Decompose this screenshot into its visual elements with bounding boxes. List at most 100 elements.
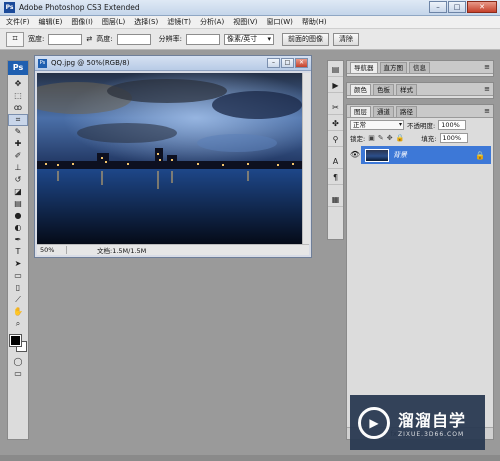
image-canvas[interactable] [37,73,302,244]
resolution-unit-select[interactable]: 像素/英寸 [223,33,274,45]
lock-position-icon[interactable]: ✥ [387,134,393,142]
color-swatches[interactable] [8,332,28,356]
clone-source-panel-icon[interactable]: ⚲ [328,133,343,147]
marquee-tool-icon[interactable]: ⬚ [8,90,28,102]
clear-button[interactable]: 清除 [332,32,359,46]
tab-histogram[interactable]: 直方图 [379,62,407,73]
document-close-button[interactable]: ✕ [295,58,308,68]
pen-tool-icon[interactable]: ✒ [8,234,28,246]
menu-filter[interactable]: 滤镜(T) [167,17,191,27]
crop-tool-icon[interactable]: ⌗ [8,114,28,126]
front-image-button[interactable]: 前面的图像 [281,32,329,46]
foreground-color-swatch[interactable] [9,334,22,347]
document-vertical-scrollbar[interactable] [302,73,310,244]
menu-image[interactable]: 图像(I) [71,17,93,27]
layer-name: 背景 [393,151,407,159]
maximize-button[interactable]: □ [448,1,466,13]
opacity-label: 不透明度: [407,121,436,130]
zoom-tool-icon[interactable]: ⌕ [8,318,28,330]
history-panel-icon[interactable]: ▤ [328,63,343,77]
layer-comps-panel-icon[interactable]: ▦ [328,193,343,207]
slice-tool-icon[interactable]: ✎ [8,126,28,138]
paragraph-panel-icon[interactable]: ¶ [328,171,343,185]
document-titlebar[interactable]: Ps QQ.jpg @ 50%(RGB/8) – □ ✕ [35,56,311,71]
document-status-bar: 50% 文档:1.5M/1.5M [37,244,309,255]
lasso-tool-icon[interactable]: ꝏ [8,102,28,114]
tab-navigator[interactable]: 导航器 [350,62,378,73]
tab-swatches[interactable]: 色板 [373,84,394,95]
menu-edit[interactable]: 编辑(E) [39,17,63,27]
photoshop-app-icon: Ps [4,2,15,13]
watermark-title: 溜溜自学 [398,411,467,430]
height-input[interactable] [116,33,151,45]
brush-tool-icon[interactable]: ✐ [8,150,28,162]
minimize-button[interactable]: – [429,1,447,13]
crop-icon[interactable]: ⌗ [6,31,24,47]
width-label: 宽度: [28,35,45,43]
lock-transparency-icon[interactable]: ▣ [368,134,375,142]
menu-help[interactable]: 帮助(H) [302,17,327,27]
play-icon: ▶ [358,406,390,439]
menu-window[interactable]: 窗口(W) [266,17,292,27]
layer-row-background[interactable]: 👁 背景 🔒 [349,146,491,164]
window-title: Adobe Photoshop CS3 Extended [19,3,140,12]
fill-label: 填充: [421,134,437,143]
eraser-tool-icon[interactable]: ◪ [8,186,28,198]
width-input[interactable] [48,33,83,45]
color-panel: 颜色 色板 样式 ≡ [346,82,494,99]
menu-bar: 文件(F) 编辑(E) 图像(I) 图层(L) 选择(S) 滤镜(T) 分析(A… [0,16,500,29]
tool-presets-panel-icon[interactable]: ✂ [328,101,343,115]
blend-opacity-row: 正常 不透明度: 100% [347,118,493,131]
document-minimize-button[interactable]: – [267,58,280,68]
hand-tool-icon[interactable]: ✋ [8,306,28,318]
type-tool-icon[interactable]: T [8,246,28,258]
clone-stamp-tool-icon[interactable]: ⊥ [8,162,28,174]
height-label: 高度: [96,35,113,43]
swap-icon[interactable]: ⇄ [86,35,92,43]
shape-tool-icon[interactable]: ▭ [8,270,28,282]
navigator-panel: 导航器 直方图 信息 ≡ [346,60,494,77]
resolution-input[interactable] [185,33,220,45]
menu-layer[interactable]: 图层(L) [102,17,125,27]
lock-all-icon[interactable]: 🔒 [396,134,405,142]
lock-pixels-icon[interactable]: ✎ [378,134,384,142]
blend-mode-select[interactable]: 正常 [350,119,404,130]
document-maximize-button[interactable]: □ [281,58,294,68]
panel-menu-icon[interactable]: ≡ [484,63,490,71]
zoom-level-field[interactable]: 50% [37,246,67,254]
tab-styles[interactable]: 样式 [396,84,417,95]
screen-mode-icon[interactable]: ▭ [8,368,28,380]
city-night-photo [37,73,302,244]
path-selection-tool-icon[interactable]: ➤ [8,258,28,270]
close-button[interactable]: ✕ [467,1,497,13]
tab-color[interactable]: 颜色 [350,84,371,95]
opacity-field[interactable]: 100% [438,119,467,130]
brushes-panel-icon[interactable]: ✤ [328,117,343,131]
quick-mask-icon[interactable]: ◯ [8,356,28,368]
dodge-tool-icon[interactable]: ◐ [8,222,28,234]
gradient-tool-icon[interactable]: ▤ [8,198,28,210]
actions-panel-icon[interactable]: ▶ [328,79,343,93]
title-bar: Ps Adobe Photoshop CS3 Extended – □ ✕ [0,0,500,16]
tab-paths[interactable]: 路径 [396,106,417,117]
menu-analysis[interactable]: 分析(A) [200,17,224,27]
blur-tool-icon[interactable]: ● [8,210,28,222]
history-brush-tool-icon[interactable]: ↺ [8,174,28,186]
document-window: Ps QQ.jpg @ 50%(RGB/8) – □ ✕ 50% 文档:1.5M… [34,55,312,258]
tab-info[interactable]: 信息 [409,62,430,73]
panel-menu-icon[interactable]: ≡ [484,85,490,93]
menu-file[interactable]: 文件(F) [6,17,30,27]
eye-icon[interactable]: 👁 [349,146,361,164]
document-size-info[interactable]: 文档:1.5M/1.5M [97,245,146,255]
tab-channels[interactable]: 通道 [373,106,394,117]
move-tool-icon[interactable]: ✥ [8,78,28,90]
panel-menu-icon[interactable]: ≡ [484,107,490,115]
eyedropper-tool-icon[interactable]: ⟋ [8,294,28,306]
tab-layers[interactable]: 图层 [350,106,371,117]
notes-tool-icon[interactable]: ▯ [8,282,28,294]
healing-brush-tool-icon[interactable]: ✚ [8,138,28,150]
character-panel-icon[interactable]: A [328,155,343,169]
menu-view[interactable]: 视图(V) [233,17,257,27]
menu-select[interactable]: 选择(S) [134,17,158,27]
fill-field[interactable]: 100% [439,132,468,143]
